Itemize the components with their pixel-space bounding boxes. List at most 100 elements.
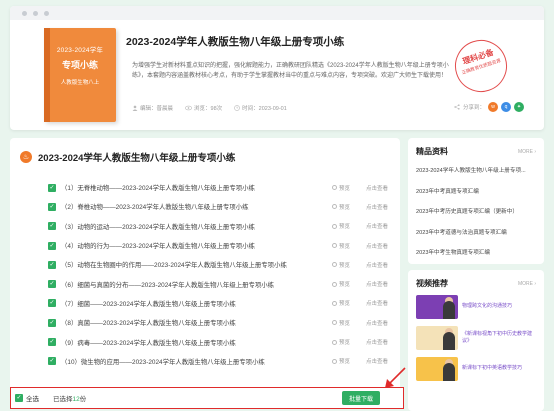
preview-option[interactable]: 预览 [332,222,360,230]
radio-icon[interactable] [332,320,337,326]
window-dot [44,10,49,16]
checkbox-checked-icon[interactable]: ✓ [15,394,23,402]
preview-option[interactable]: 预览 [332,242,360,250]
view-link[interactable]: 点击查看 [360,261,388,269]
list-item-title[interactable]: （10）微生物的应用——2023-2024学年人教版生物八年级上册专项小练 [61,357,332,366]
qq-share-icon[interactable]: q [501,102,511,112]
view-link[interactable]: 点击查看 [360,338,388,346]
video-title[interactable]: 新课标下初中英语教学技巧 [462,365,522,372]
preview-label: 预览 [339,282,351,289]
list-item-title[interactable]: （3）动物的运动——2023-2024学年人教版生物八年级上册专项小练 [61,222,332,231]
resource-list: ✓ （1）无脊椎动物——2023-2024学年人教版生物八年级上册专项小练 预览 点击… [48,178,388,371]
list-item[interactable]: ✓ （4）动物的行为——2023-2024学年人教版生物八年级上册专项小练 预览 点击… [48,236,388,255]
preview-option[interactable]: 预览 [332,280,360,288]
view-link[interactable]: 点击查看 [360,299,388,307]
list-item[interactable]: ✓ （7）细菌——2023-2024学年人教版生物八年级上册专项小练 预览 点击查看 [48,294,388,313]
list-item-title[interactable]: （7）细菌——2023-2024学年人教版生物八年级上册专项小练 [61,299,332,308]
list-item-title[interactable]: （8）真菌——2023-2024学年人教版生物八年级上册专项小练 [61,318,332,327]
video-thumbnail[interactable] [416,294,458,319]
preview-label: 预览 [339,243,351,250]
featured-item[interactable]: 2023-2024学年人教版生物八年级上册专项... [416,165,536,186]
checkbox-checked-icon[interactable]: ✓ [48,183,56,192]
featured-item[interactable]: 2023年中考道德与法治真题专项汇编 [416,227,536,248]
checkbox-checked-icon[interactable]: ✓ [48,241,56,250]
more-label: MORE [517,148,533,155]
list-item-title[interactable]: （1）无脊椎动物——2023-2024学年人教版生物八年级上册专项小练 [61,183,332,192]
window-dot [33,10,38,16]
window-dot [22,10,27,16]
radio-icon[interactable] [332,223,337,229]
featured-title: 精品资料 [416,147,448,156]
preview-option[interactable]: 预览 [332,319,360,327]
video-title[interactable]: 《新课标视角下初中历史教学建议》 [462,331,536,345]
featured-item[interactable]: 2023年中考真题专项汇编 [416,186,536,207]
list-item[interactable]: ✓ （6）细菌与真菌的分布——2023-2024学年人教版生物八年级上册专项小练预… [48,274,388,293]
list-item-title[interactable]: （5）动物在生物圈中的作用——2023-2024学年人教版生物八年级上册专项小练 [61,260,332,269]
list-item[interactable]: ✓ （3）动物的运动——2023-2024学年人教版生物八年级上册专项小练 预览 点击… [48,217,388,236]
view-link[interactable]: 点击查看 [360,203,388,211]
list-item-title[interactable]: （6）细菌与真菌的分布——2023-2024学年人教版生物八年级上册专项小练 [61,280,332,289]
radio-icon[interactable] [332,339,337,345]
view-link[interactable]: 点击查看 [360,184,388,192]
radio-icon[interactable] [332,204,337,210]
featured-item[interactable]: 2023年中考历史真题专项汇编（更新中） [416,206,536,227]
radio-icon[interactable] [332,281,337,287]
radio-icon[interactable] [332,243,337,249]
editor-meta: 编辑：普晨晨 [132,104,173,112]
video-item[interactable]: 《新课标视角下初中历史教学建议》 [408,324,544,351]
select-all-checkbox[interactable]: ✓ 全选 [15,393,39,403]
checkbox-checked-icon[interactable]: ✓ [48,260,56,269]
presenter-figure [443,362,455,381]
checkbox-checked-icon[interactable]: ✓ [48,202,56,211]
view-link[interactable]: 点击查看 [360,242,388,250]
list-item[interactable]: ✓ （10）微生物的应用——2023-2024学年人教版生物八年级上册专项小练 预览… [48,352,388,371]
video-item[interactable]: 物理跨文化的沟通技巧 [408,293,544,320]
view-link[interactable]: 点击查看 [360,280,388,288]
preview-label: 预览 [339,204,351,211]
list-item-title[interactable]: （9）病毒——2023-2024学年人教版生物八年级上册专项小练 [61,338,332,347]
video-item[interactable]: 新课标下初中英语教学技巧 [408,355,544,382]
list-item[interactable]: ✓ （5）动物在生物圈中的作用——2023-2024学年人教版生物八年级上册专项小… [48,255,388,274]
user-icon [132,105,138,111]
radio-icon[interactable] [332,300,337,306]
share-bar: 分享到： w q ✦ [454,102,524,112]
featured-more-link[interactable]: MORE › [518,149,536,155]
checkbox-checked-icon[interactable]: ✓ [48,280,56,289]
view-link[interactable]: 点击查看 [360,357,388,365]
video-thumbnail[interactable] [416,325,458,350]
preview-option[interactable]: 预览 [332,357,360,365]
preview-option[interactable]: 预览 [332,184,360,192]
preview-option[interactable]: 预览 [332,261,360,269]
radio-icon[interactable] [332,262,337,268]
list-item-title[interactable]: （2）脊椎动物——2023-2024学年人教版生物八年级上册专项小练 [61,202,332,211]
checkbox-checked-icon[interactable]: ✓ [48,357,56,366]
view-link[interactable]: 点击查看 [360,222,388,230]
list-item[interactable]: ✓ （1）无脊椎动物——2023-2024学年人教版生物八年级上册专项小练 预览 点击… [48,178,388,197]
list-title: 2023-2024学年人教版生物八年级上册专项小练 [38,153,236,164]
weibo-share-icon[interactable]: w [488,102,498,112]
radio-icon[interactable] [332,185,337,191]
video-more-link[interactable]: MORE › [518,281,536,287]
list-item[interactable]: ✓ （8）真菌——2023-2024学年人教版生物八年级上册专项小练 预览 点击查看 [48,313,388,332]
list-item[interactable]: ✓ （9）病毒——2023-2024学年人教版生物八年级上册专项小练 预览 点击查看 [48,332,388,351]
preview-option[interactable]: 预览 [332,203,360,211]
radio-icon[interactable] [332,358,337,364]
checkbox-checked-icon[interactable]: ✓ [48,222,56,231]
recommend-stamp: 理科必备 正确教育优质题资源 [448,33,514,99]
video-title[interactable]: 物理跨文化的沟通技巧 [462,303,512,310]
checkbox-checked-icon[interactable]: ✓ [48,299,56,308]
batch-download-button[interactable]: 批量下载 [342,391,380,405]
preview-option[interactable]: 预览 [332,338,360,346]
list-item[interactable]: ✓ （2）脊椎动物——2023-2024学年人教版生物八年级上册专项小练 预览 点击查… [48,197,388,216]
views-meta: 浏览：98次 [185,104,222,112]
wechat-share-icon[interactable]: ✦ [514,102,524,112]
selected-suffix: 份 [79,396,87,403]
checkbox-checked-icon[interactable]: ✓ [48,338,56,347]
list-item-title[interactable]: （4）动物的行为——2023-2024学年人教版生物八年级上册专项小练 [61,241,332,250]
preview-option[interactable]: 预览 [332,299,360,307]
featured-item[interactable]: 2023年中考生物真题专项汇编 [416,247,536,268]
checkbox-checked-icon[interactable]: ✓ [48,318,56,327]
view-link[interactable]: 点击查看 [360,319,388,327]
preview-label: 预览 [339,359,351,366]
video-thumbnail[interactable] [416,356,458,381]
